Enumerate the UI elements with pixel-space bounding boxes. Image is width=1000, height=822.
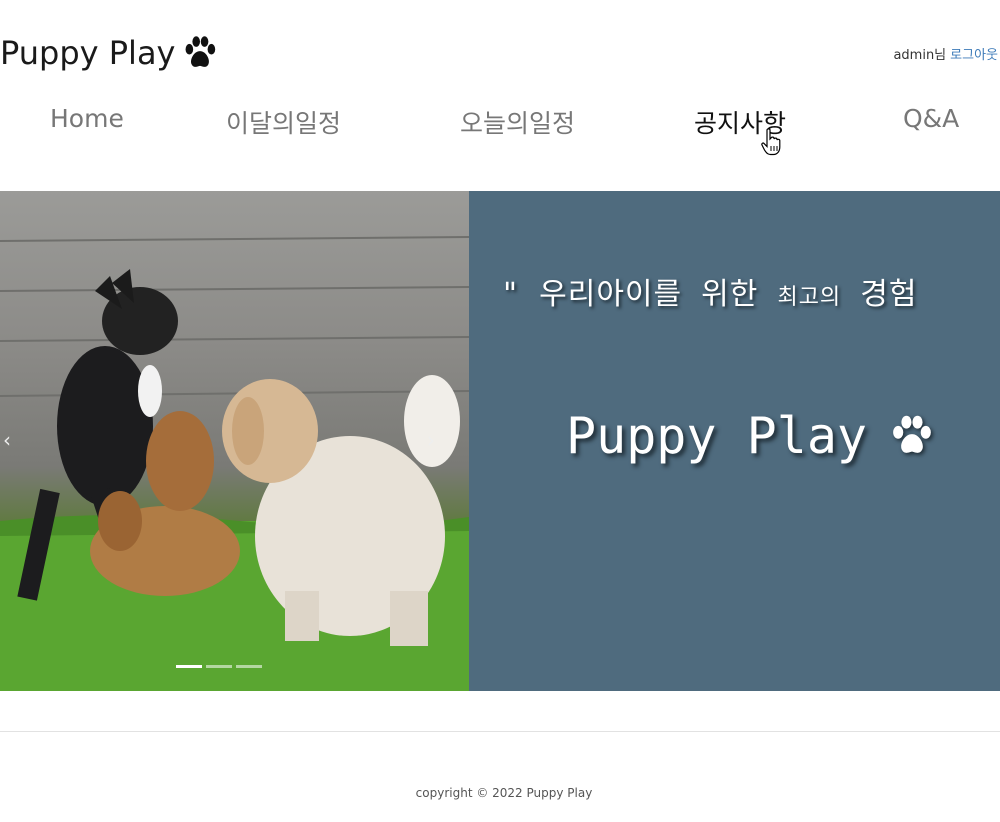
promo-panel: " 우리아이를 위한 최고의 경험 Puppy Play — [469, 191, 1000, 691]
tagline-quote: " — [501, 277, 521, 312]
tagline-main: 우리아이를 위한 — [539, 277, 759, 312]
carousel-next-button[interactable]: › — [424, 429, 438, 451]
carousel-photo — [0, 236, 469, 691]
carousel-indicators — [176, 665, 262, 668]
footer-copyright: copyright © 2022 Puppy Play — [415, 786, 593, 800]
logout-link[interactable]: 로그아웃 — [950, 48, 998, 63]
user-area: admin님 로그아웃 — [893, 44, 998, 63]
promo-title-text: Puppy Play — [566, 407, 868, 465]
nav-item-today-schedule[interactable]: 오늘의일정 — [460, 104, 575, 140]
brand-logo[interactable]: Puppy Play — [0, 30, 219, 76]
paw-icon — [893, 415, 931, 453]
hand-cursor-icon — [761, 128, 781, 156]
carousel-indicator-1[interactable] — [176, 665, 202, 668]
image-carousel[interactable]: ‹ › — [0, 191, 469, 691]
nav-item-monthly-schedule[interactable]: 이달의일정 — [226, 104, 341, 140]
carousel-indicator-3[interactable] — [236, 665, 262, 668]
carousel-prev-button[interactable]: ‹ — [0, 429, 14, 451]
nav-item-home[interactable]: Home — [50, 104, 124, 133]
tagline-end: 경험 — [860, 277, 918, 312]
hero-section: ‹ › " 우리아이를 위한 최고의 경험 Puppy Play — [0, 191, 1000, 691]
carousel-indicator-2[interactable] — [206, 665, 232, 668]
footer-divider — [0, 731, 1000, 732]
promo-title: Puppy Play — [566, 407, 935, 465]
tagline-small: 최고의 — [777, 285, 842, 310]
paw-icon — [186, 36, 216, 67]
brand-title: Puppy Play — [0, 34, 176, 72]
nav-item-qna[interactable]: Q&A — [903, 104, 959, 133]
main-nav: Home 이달의일정 오늘의일정 공지사항 Q&A — [0, 100, 1000, 144]
user-name: admin님 — [893, 48, 947, 63]
promo-tagline: " 우리아이를 위한 최고의 경험 — [501, 269, 917, 313]
